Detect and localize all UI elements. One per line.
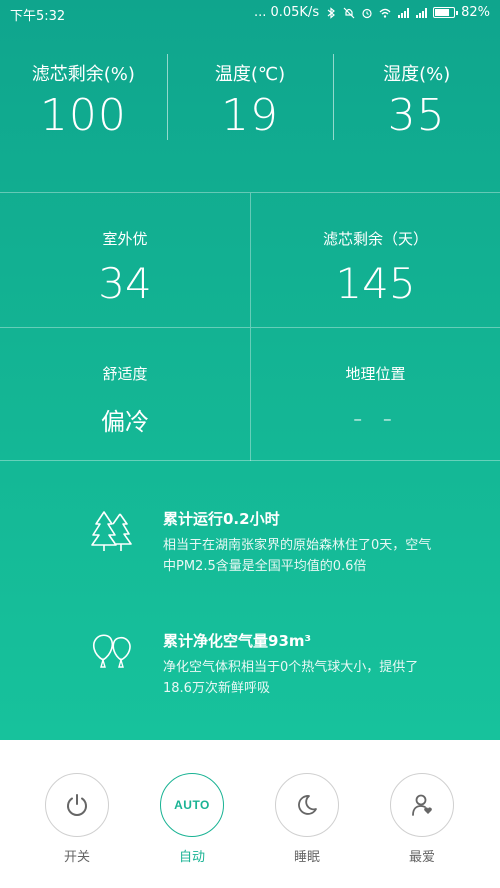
power-button[interactable]: 开关 — [44, 773, 110, 865]
cell-label: 地理位置 — [345, 365, 406, 383]
power-button-circle[interactable] — [45, 773, 109, 837]
favorite-button-circle[interactable] — [390, 773, 454, 837]
signal-icon-2 — [416, 7, 428, 18]
info-grid: 室外优 34 滤芯剩余（天） 145 舒适度 偏冷 地理位置 - - — [0, 192, 500, 461]
cell-value: 145 — [335, 259, 416, 308]
mute-bell-icon — [343, 7, 355, 18]
divider — [0, 460, 500, 461]
stat-label: 温度(℃) — [214, 64, 286, 85]
info-text: 累计运行0.2小时 相当于在湖南张家界的原始森林住了0天，空气中PM2.5含量是… — [163, 508, 433, 577]
status-bar: 下午5:32 ... 0.05K/s 82% — [0, 0, 500, 28]
favorite-label: 最爱 — [408, 850, 435, 865]
info-runtime: 累计运行0.2小时 相当于在湖南张家界的原始森林住了0天，空气中PM2.5含量是… — [90, 508, 433, 608]
stat-value: 35 — [387, 90, 446, 141]
info-title: 累计净化空气量93m³ — [163, 632, 312, 650]
stats-row: 滤芯剩余(%) 100 温度(℃) 19 湿度(%) 35 — [0, 50, 500, 142]
battery-icon — [433, 7, 459, 18]
battery-percent: 82% — [461, 5, 490, 20]
wifi-icon — [379, 8, 391, 18]
stat-label: 滤芯剩余(%) — [31, 64, 135, 85]
forest-icon — [91, 511, 132, 551]
balloon-icon — [93, 634, 131, 668]
sleep-label: 睡眠 — [293, 850, 320, 865]
cell-value: 偏冷 — [101, 408, 149, 436]
status-time: 下午5:32 — [10, 9, 66, 24]
bluetooth-icon — [327, 6, 336, 19]
control-bar: 开关 AUTO 自动 睡眠 最爱 — [0, 740, 500, 888]
main-panel: 下午5:32 ... 0.05K/s 82% 滤芯剩余(%) 100 温度(℃)… — [0, 0, 500, 740]
stat-temperature: 温度(℃) 19 — [166, 50, 334, 142]
cell-comfort[interactable]: 舒适度 偏冷 — [0, 327, 250, 461]
cell-value: - - — [352, 404, 399, 434]
cell-label: 舒适度 — [102, 365, 148, 383]
moon-icon — [298, 795, 317, 815]
info-text: 累计净化空气量93m³ 净化空气体积相当于0个热气球大小，提供了18.6万次新鲜… — [163, 630, 433, 699]
cell-location[interactable]: 地理位置 - - — [250, 327, 500, 461]
cell-outdoor[interactable]: 室外优 34 — [0, 193, 250, 327]
favorite-user-icon — [412, 794, 432, 816]
sleep-button-circle[interactable] — [275, 773, 339, 837]
stat-humidity: 湿度(%) 35 — [333, 50, 500, 142]
stat-label: 湿度(%) — [383, 64, 451, 85]
power-label: 开关 — [63, 850, 90, 865]
stat-value: 100 — [39, 90, 127, 141]
info-desc: 相当于在湖南张家界的原始森林住了0天，空气中PM2.5含量是全国平均值的0.6倍 — [163, 538, 432, 574]
sleep-button[interactable]: 睡眠 — [274, 773, 340, 865]
cell-label: 室外优 — [102, 230, 148, 248]
power-icon — [67, 794, 87, 816]
info-desc: 净化空气体积相当于0个热气球大小，提供了18.6万次新鲜呼吸 — [163, 660, 419, 696]
cell-filter-days[interactable]: 滤芯剩余（天） 145 — [250, 193, 500, 327]
info-purified: 累计净化空气量93m³ 净化空气体积相当于0个热气球大小，提供了18.6万次新鲜… — [90, 630, 430, 710]
auto-icon: AUTO — [174, 798, 210, 812]
stat-value: 19 — [221, 90, 279, 141]
auto-button-circle[interactable]: AUTO — [160, 773, 224, 837]
favorite-button[interactable]: 最爱 — [389, 773, 455, 865]
network-speed: ... 0.05K/s — [253, 5, 320, 20]
stat-filter-percent: 滤芯剩余(%) 100 — [0, 50, 167, 142]
signal-icon-1 — [398, 7, 410, 18]
status-right: ... 0.05K/s 82% — [254, 5, 490, 20]
info-title: 累计运行0.2小时 — [163, 510, 280, 528]
cell-value: 34 — [98, 259, 152, 308]
auto-label: 自动 — [178, 850, 205, 865]
cell-label: 滤芯剩余（天） — [322, 230, 428, 248]
alarm-icon — [362, 8, 372, 18]
auto-button[interactable]: AUTO 自动 — [159, 773, 225, 865]
